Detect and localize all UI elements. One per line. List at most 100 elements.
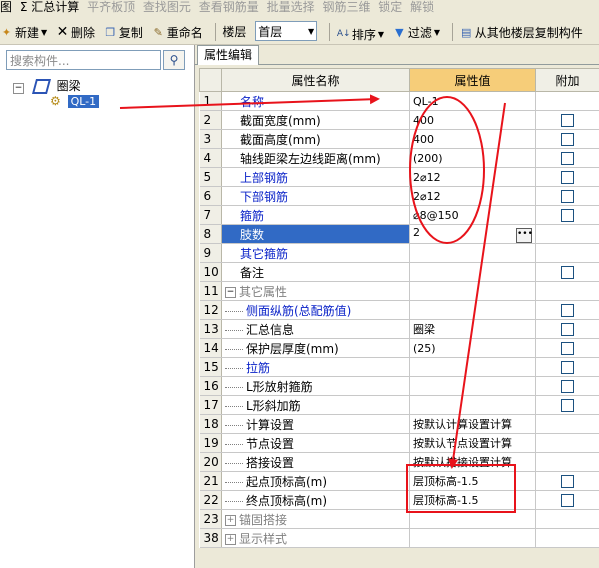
rename-button[interactable]: ✎ 重命名	[152, 19, 203, 44]
new-button[interactable]: ✦ 新建 ▼	[0, 19, 47, 44]
flush-slab-top-button[interactable]: 平齐板顶	[87, 0, 135, 14]
table-row[interactable]: 17 L形斜加筋	[199, 395, 599, 415]
property-value-cell[interactable]: 按默认计算设置计算	[409, 414, 536, 434]
table-row[interactable]: 11− 其它属性	[199, 281, 599, 301]
extra-checkbox[interactable]	[561, 399, 574, 412]
extra-checkbox[interactable]	[561, 323, 574, 336]
lock-button[interactable]: 锁定	[378, 0, 402, 14]
extra-checkbox[interactable]	[561, 190, 574, 203]
table-row[interactable]: 19 节点设置 按默认节点设置计算	[199, 433, 599, 453]
summary-calc-button[interactable]: Σ 汇总计算	[20, 0, 79, 14]
collapse-icon[interactable]: −	[225, 286, 236, 298]
property-value: 2⌀12	[413, 170, 441, 184]
extra-checkbox[interactable]	[561, 361, 574, 374]
table-row[interactable]: 12 侧面纵筋(总配筋值)	[199, 300, 599, 320]
table-row[interactable]: 15 拉筋	[199, 357, 599, 377]
copy-button[interactable]: ❐ 复制	[104, 19, 142, 44]
extra-checkbox[interactable]	[561, 152, 574, 165]
search-button[interactable]: ⚲	[163, 50, 185, 70]
property-value-cell[interactable]: (200)	[409, 148, 536, 168]
property-value-cell[interactable]: 按默认节点设置计算	[409, 433, 536, 453]
table-row[interactable]: 38 + 显示样式	[199, 528, 599, 548]
property-value-cell[interactable]	[409, 262, 536, 282]
view-rebar-qty-button[interactable]: 查看钢筋量	[199, 0, 259, 14]
rebar-3d-button[interactable]: 钢筋三维	[322, 0, 370, 14]
tree-line	[225, 424, 243, 426]
delete-button[interactable]: ✕ 删除	[56, 19, 95, 44]
tree-item-ql-1[interactable]: ⚙ QL-1	[50, 94, 100, 108]
copy-from-floor-button[interactable]: ▤ 从其他楼层复制构件	[460, 19, 583, 44]
property-value-cell[interactable]: (25)	[409, 338, 536, 358]
toolbar1-item-0[interactable]: 图	[0, 0, 12, 14]
table-row[interactable]: 22 终点顶标高(m) 层顶标高-1.5	[199, 490, 599, 510]
table-row[interactable]: 10 备注	[199, 262, 599, 282]
row-number: 10	[199, 262, 222, 282]
table-row[interactable]: 4 轴线距梁左边线距离(mm) (200)	[199, 148, 599, 168]
batch-select-button[interactable]: 批量选择	[267, 0, 315, 14]
table-row[interactable]: 23 + 锚固搭接	[199, 509, 599, 529]
property-value-cell[interactable]: 按默认搭接设置计算	[409, 452, 536, 472]
property-value-cell[interactable]: 层顶标高-1.5	[409, 490, 536, 510]
table-row[interactable]: 16 L形放射箍筋	[199, 376, 599, 396]
table-row[interactable]: 5 上部钢筋 2⌀12	[199, 167, 599, 187]
floor-select[interactable]: 首层 ▼	[255, 21, 318, 41]
column-header-extra[interactable]: 附加	[535, 68, 599, 92]
property-value-cell[interactable]	[409, 395, 536, 415]
table-row[interactable]: 9 其它箍筋	[199, 243, 599, 263]
property-value-cell[interactable]	[409, 243, 536, 263]
table-row[interactable]: 20 搭接设置 按默认搭接设置计算	[199, 452, 599, 472]
extra-checkbox[interactable]	[561, 475, 574, 488]
tab-property-edit[interactable]: 属性编辑	[197, 45, 260, 65]
extra-checkbox[interactable]	[561, 494, 574, 507]
find-element-button[interactable]: 查找图元	[143, 0, 191, 14]
tree-root[interactable]: − 圈梁	[13, 77, 81, 94]
property-name-cell: 拉筋	[221, 357, 410, 377]
extra-checkbox[interactable]	[561, 209, 574, 222]
sort-button[interactable]: A↓ 排序 ▼	[337, 21, 384, 44]
table-row[interactable]: 18 计算设置 按默认计算设置计算	[199, 414, 599, 434]
extra-checkbox[interactable]	[561, 304, 574, 317]
filter-dropdown-icon: ▼	[433, 27, 441, 37]
property-value-cell[interactable]: ⌀8@150	[409, 205, 536, 225]
table-row[interactable]: 1 名称 QL-1	[199, 91, 599, 111]
property-value-cell[interactable]	[409, 357, 536, 377]
unlock-button[interactable]: 解锁	[410, 0, 434, 14]
expand-icon[interactable]: +	[225, 514, 236, 526]
filter-button[interactable]: ▼ 过滤 ▼	[393, 19, 441, 44]
extra-checkbox[interactable]	[561, 342, 574, 355]
table-row[interactable]: 14 保护层厚度(mm) (25)	[199, 338, 599, 358]
extra-checkbox[interactable]	[561, 266, 574, 279]
property-value-cell[interactable]: QL-1	[409, 91, 536, 111]
property-value-cell[interactable]	[409, 528, 536, 548]
extra-checkbox[interactable]	[561, 171, 574, 184]
extra-cell	[535, 376, 599, 396]
property-value-cell[interactable]	[409, 281, 536, 301]
table-row[interactable]: 6 下部钢筋 2⌀12	[199, 186, 599, 206]
property-value-cell[interactable]: 2 •••	[409, 224, 536, 244]
table-row[interactable]: 7 箍筋 ⌀8@150	[199, 205, 599, 225]
table-row[interactable]: 2 截面宽度(mm) 400	[199, 110, 599, 130]
tree-line	[225, 310, 243, 312]
property-value-cell[interactable]: 400	[409, 110, 536, 130]
extra-checkbox[interactable]	[561, 380, 574, 393]
property-value-cell[interactable]: 400	[409, 129, 536, 149]
expand-icon[interactable]: +	[225, 533, 236, 545]
property-value-cell[interactable]: 圈梁	[409, 319, 536, 339]
property-value-cell[interactable]	[409, 376, 536, 396]
ellipsis-button[interactable]: •••	[516, 227, 533, 243]
extra-checkbox[interactable]	[561, 133, 574, 146]
property-value-cell[interactable]: 2⌀12	[409, 186, 536, 206]
table-row[interactable]: 3 截面高度(mm) 400	[199, 129, 599, 149]
property-value-cell[interactable]	[409, 509, 536, 529]
tree-collapse-icon[interactable]: −	[13, 83, 24, 94]
property-value-cell[interactable]: 2⌀12	[409, 167, 536, 187]
table-row[interactable]: 21 起点顶标高(m) 层顶标高-1.5	[199, 471, 599, 491]
column-header-name[interactable]: 属性名称	[221, 68, 410, 92]
property-value-cell[interactable]	[409, 300, 536, 320]
table-row[interactable]: 8 肢数 2 •••	[199, 224, 599, 244]
extra-checkbox[interactable]	[561, 114, 574, 127]
property-value-cell[interactable]: 层顶标高-1.5	[409, 471, 536, 491]
table-row[interactable]: 13 汇总信息 圈梁	[199, 319, 599, 339]
column-header-value[interactable]: 属性值	[409, 68, 536, 92]
search-input[interactable]: 搜索构件...	[6, 50, 161, 70]
